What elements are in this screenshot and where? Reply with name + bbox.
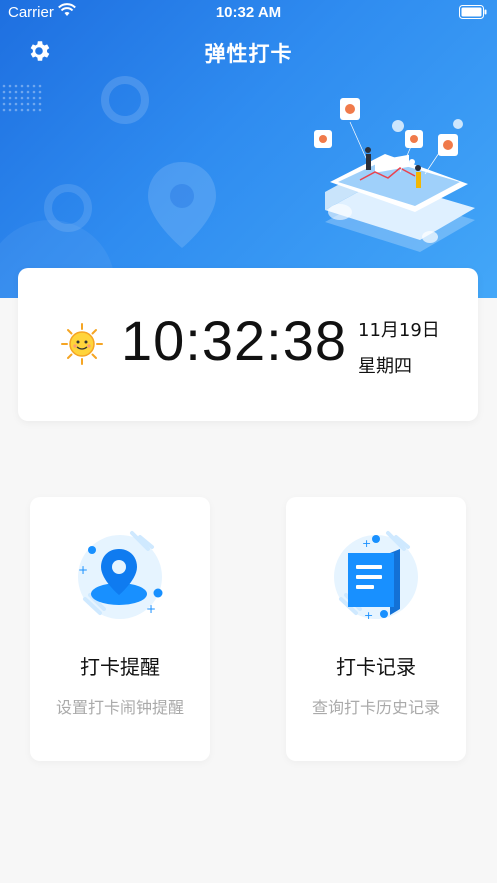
checkin-history-card[interactable]: + + 打卡记录 查询打卡历史记录 bbox=[286, 497, 466, 761]
svg-text:+: + bbox=[362, 537, 371, 550]
location-pin-icon: + + bbox=[78, 531, 163, 619]
ring-decoration bbox=[101, 76, 149, 124]
page-title: 弹性打卡 bbox=[204, 42, 293, 66]
current-time: 10:32:38 bbox=[121, 309, 347, 372]
current-weekday: 星期四 bbox=[358, 356, 412, 377]
checkin-illustration bbox=[314, 98, 475, 252]
location-pin-decoration bbox=[148, 162, 216, 248]
card-title: 打卡提醒 bbox=[80, 655, 160, 679]
header-banner: Carrier 10:32 AM 弹性打卡 bbox=[0, 0, 497, 298]
card-subtitle: 设置打卡闹钟提醒 bbox=[55, 698, 184, 717]
clock-card: 10:32:38 11月19日 星期四 bbox=[18, 268, 478, 421]
card-title: 打卡记录 bbox=[336, 655, 416, 679]
svg-text:+: + bbox=[364, 609, 373, 622]
status-time: 10:32 AM bbox=[215, 4, 282, 21]
status-bar: Carrier 10:32 AM bbox=[0, 0, 497, 26]
dot-grid-decoration bbox=[2, 84, 42, 112]
battery-icon bbox=[459, 5, 487, 23]
svg-text:+: + bbox=[78, 563, 88, 577]
document-list-icon: + + bbox=[334, 531, 418, 622]
sun-icon bbox=[61, 323, 103, 365]
card-subtitle: 查询打卡历史记录 bbox=[311, 698, 440, 717]
checkin-reminder-card[interactable]: + + 打卡提醒 设置打卡闹钟提醒 bbox=[30, 497, 210, 761]
current-date: 11月19日 bbox=[358, 320, 440, 341]
svg-text:+: + bbox=[146, 602, 156, 616]
